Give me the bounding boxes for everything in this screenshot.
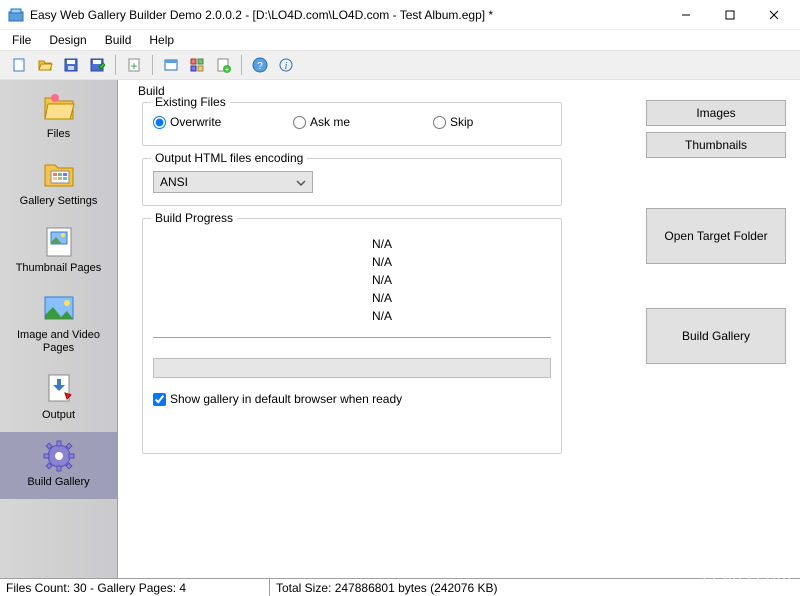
build-gallery-button[interactable]: Build Gallery	[646, 308, 786, 364]
sidebar: Files Gallery Settings Thumbnail Pages I…	[0, 80, 118, 578]
help-icon[interactable]: ?	[249, 54, 271, 76]
add-icon[interactable]: +	[123, 54, 145, 76]
save-icon[interactable]	[60, 54, 82, 76]
progress-line: N/A	[213, 289, 551, 307]
build-progress-group: Build Progress N/A N/A N/A N/A N/A Show …	[142, 218, 562, 454]
toolbar-separator	[241, 55, 242, 75]
toolbar-separator	[115, 55, 116, 75]
menubar: File Design Build Help	[0, 30, 800, 50]
close-button[interactable]	[752, 1, 796, 29]
progress-line: N/A	[213, 235, 551, 253]
button-label: Build Gallery	[682, 329, 750, 343]
save-as-icon[interactable]	[86, 54, 108, 76]
sidebar-item-label: Build Gallery	[27, 476, 89, 489]
titlebar: Easy Web Gallery Builder Demo 2.0.0.2 - …	[0, 0, 800, 30]
minimize-button[interactable]	[664, 1, 708, 29]
image-video-icon	[41, 291, 77, 327]
menu-file[interactable]: File	[4, 31, 39, 49]
sidebar-item-build-gallery[interactable]: Build Gallery	[0, 432, 117, 499]
grid-icon[interactable]	[186, 54, 208, 76]
sidebar-item-image-video-pages[interactable]: Image and Video Pages	[0, 285, 117, 365]
sidebar-item-label: Files	[47, 128, 70, 141]
menu-help[interactable]: Help	[141, 31, 182, 49]
window-title: Easy Web Gallery Builder Demo 2.0.0.2 - …	[30, 8, 664, 22]
main-area: Files Gallery Settings Thumbnail Pages I…	[0, 80, 800, 578]
build-progress-legend: Build Progress	[151, 211, 237, 225]
radio-ask-me[interactable]: Ask me	[293, 115, 433, 129]
radio-overwrite[interactable]: Overwrite	[153, 115, 293, 129]
existing-files-group: Existing Files Overwrite Ask me Skip	[142, 102, 562, 146]
window-icon[interactable]	[160, 54, 182, 76]
radio-skip[interactable]: Skip	[433, 115, 473, 129]
radio-label: Ask me	[310, 115, 350, 129]
thumbnails-button[interactable]: Thumbnails	[646, 132, 786, 158]
open-target-folder-button[interactable]: Open Target Folder	[646, 208, 786, 264]
toolbar-separator	[152, 55, 153, 75]
encoding-legend: Output HTML files encoding	[151, 151, 307, 165]
statusbar: Files Count: 30 - Gallery Pages: 4 Total…	[0, 578, 800, 596]
encoding-combo[interactable]: ANSI	[153, 171, 313, 193]
menu-design[interactable]: Design	[41, 31, 94, 49]
sidebar-item-files[interactable]: Files	[0, 84, 117, 151]
folder-gallery-icon	[41, 157, 77, 193]
chevron-down-icon	[296, 177, 306, 191]
info-icon[interactable]: i	[275, 54, 297, 76]
sidebar-item-thumbnail-pages[interactable]: Thumbnail Pages	[0, 218, 117, 285]
sidebar-item-label: Output	[42, 409, 75, 422]
button-label: Thumbnails	[685, 138, 747, 152]
sidebar-item-output[interactable]: Output	[0, 365, 117, 432]
sidebar-item-label: Image and Video Pages	[2, 329, 115, 355]
progress-line: N/A	[213, 253, 551, 271]
existing-files-legend: Existing Files	[151, 95, 230, 109]
status-total-size: Total Size: 247886801 bytes (242076 KB)	[270, 579, 800, 596]
thumbnail-page-icon	[41, 224, 77, 260]
folder-open-icon	[41, 90, 77, 126]
menu-build[interactable]: Build	[97, 31, 140, 49]
open-icon[interactable]	[34, 54, 56, 76]
progress-line: N/A	[213, 307, 551, 325]
combo-value: ANSI	[160, 175, 188, 189]
encoding-group: Output HTML files encoding ANSI	[142, 158, 562, 206]
build-progressbar	[153, 358, 551, 378]
svg-text:?: ?	[257, 61, 263, 72]
page-plus-icon[interactable]: +	[212, 54, 234, 76]
images-button[interactable]: Images	[646, 100, 786, 126]
toolbar: + + ? i	[0, 50, 800, 80]
radio-label: Overwrite	[170, 115, 221, 129]
button-label: Open Target Folder	[664, 229, 767, 243]
sidebar-item-gallery-settings[interactable]: Gallery Settings	[0, 151, 117, 218]
status-files-count: Files Count: 30 - Gallery Pages: 4	[0, 579, 270, 596]
app-icon	[8, 7, 24, 23]
svg-text:+: +	[130, 59, 137, 73]
maximize-button[interactable]	[708, 1, 752, 29]
content-panel: Build Existing Files Overwrite Ask me Sk…	[118, 80, 800, 578]
sidebar-item-label: Thumbnail Pages	[16, 262, 102, 275]
gear-icon	[41, 438, 77, 474]
radio-label: Skip	[450, 115, 473, 129]
output-icon	[41, 371, 77, 407]
svg-text:i: i	[285, 61, 288, 72]
progress-line: N/A	[213, 271, 551, 289]
sidebar-item-label: Gallery Settings	[20, 195, 98, 208]
progress-lines: N/A N/A N/A N/A N/A	[213, 235, 551, 325]
button-label: Images	[696, 106, 735, 120]
svg-text:+: +	[225, 65, 230, 73]
show-in-browser-checkbox[interactable]: Show gallery in default browser when rea…	[153, 392, 551, 406]
checkbox-label: Show gallery in default browser when rea…	[170, 392, 402, 406]
separator	[153, 337, 551, 338]
new-icon[interactable]	[8, 54, 30, 76]
